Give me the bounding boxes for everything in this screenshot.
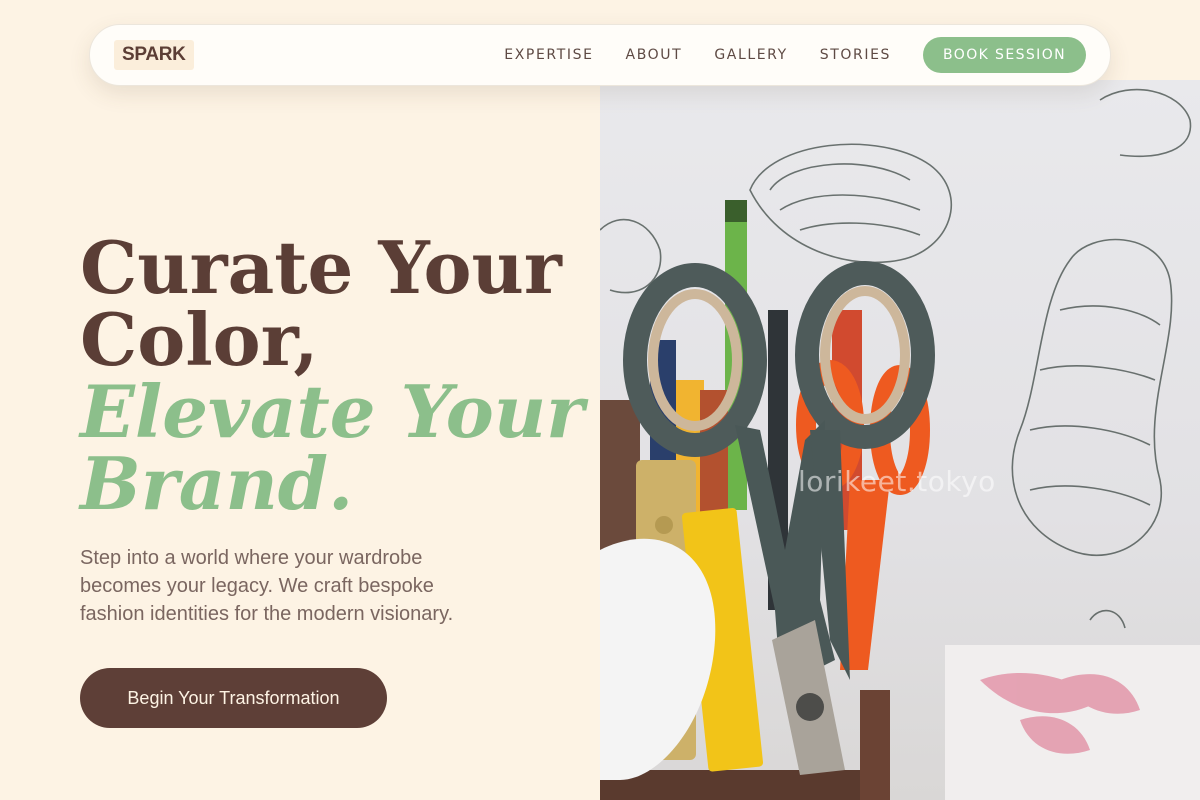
navbar: SPARK EXPERTISE ABOUT GALLERY STORIES BO… bbox=[89, 24, 1111, 86]
book-session-button[interactable]: BOOK SESSION bbox=[923, 37, 1086, 73]
logo[interactable]: SPARK bbox=[114, 40, 194, 70]
photo-illustration bbox=[600, 88, 1200, 800]
nav-link-gallery[interactable]: GALLERY bbox=[714, 47, 787, 63]
nav-links: EXPERTISE ABOUT GALLERY STORIES BOOK SES… bbox=[504, 37, 1086, 73]
nav-link-expertise[interactable]: EXPERTISE bbox=[504, 47, 593, 63]
watermark-text: lorikeet.tokyo bbox=[798, 465, 996, 498]
headline-line-4: Brand. bbox=[80, 441, 354, 526]
nav-link-about[interactable]: ABOUT bbox=[626, 47, 683, 63]
page-title: Curate Your Color, Elevate Your Brand. bbox=[80, 225, 585, 526]
hero-description: Step into a world where your wardrobe be… bbox=[80, 547, 454, 625]
hero-photo: lorikeet.tokyo bbox=[600, 80, 1200, 800]
headline-line-3: Elevate Your bbox=[80, 369, 585, 454]
hero-headline: Curate Your Color, Elevate Your Brand. bbox=[80, 225, 585, 526]
nav-link-stories[interactable]: STORIES bbox=[820, 47, 891, 63]
headline-line-1: Curate Your bbox=[80, 225, 562, 310]
begin-transformation-button[interactable]: Begin Your Transformation bbox=[80, 668, 387, 728]
headline-line-2: Color, bbox=[80, 297, 319, 382]
